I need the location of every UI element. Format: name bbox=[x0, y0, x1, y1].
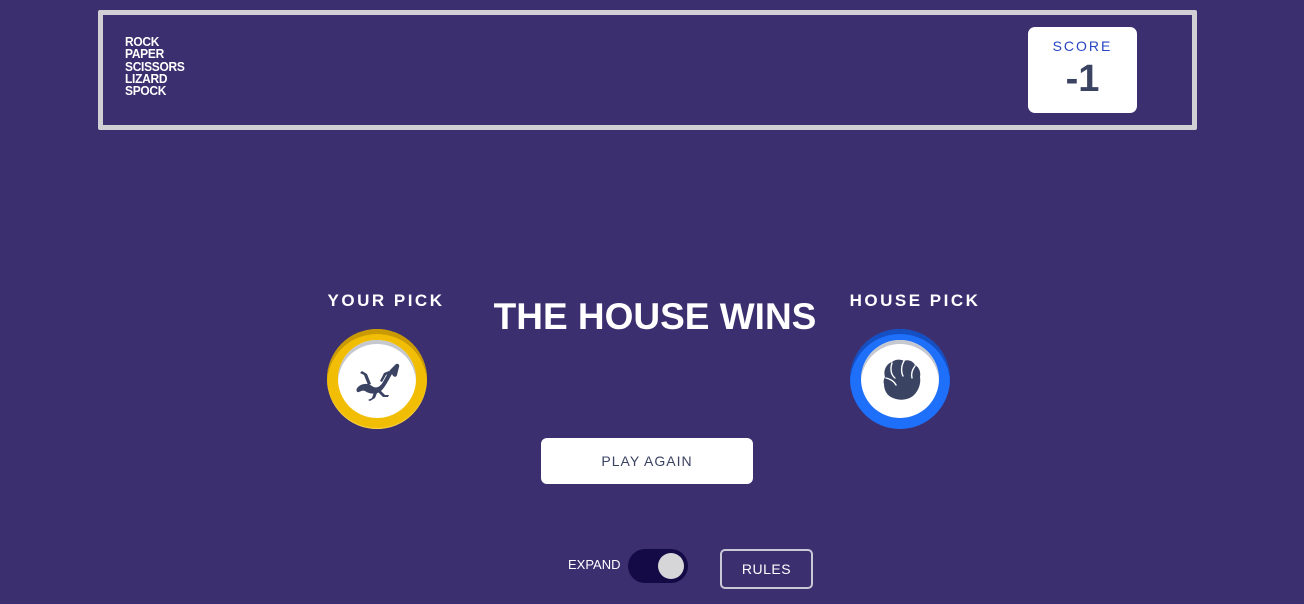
score-value: -1 bbox=[1065, 58, 1100, 100]
result-text: THE HOUSE WINS bbox=[493, 296, 817, 337]
score-label: SCORE bbox=[1052, 38, 1113, 54]
house-pick-token bbox=[850, 329, 950, 429]
lizard-icon bbox=[356, 363, 400, 401]
play-again-button[interactable]: PLAY AGAIN bbox=[541, 438, 753, 484]
logo: ROCK PAPER SCISSORS LIZARD SPOCK bbox=[125, 35, 185, 99]
your-pick-token bbox=[327, 329, 427, 429]
rock-icon bbox=[883, 359, 921, 400]
header: ROCK PAPER SCISSORS LIZARD SPOCK SCORE -… bbox=[98, 10, 1197, 130]
house-pick-token-face bbox=[861, 340, 939, 418]
rules-button[interactable]: RULES bbox=[720, 549, 813, 589]
your-pick-title: YOUR PICK bbox=[327, 291, 445, 310]
score-box: SCORE -1 bbox=[1028, 27, 1137, 113]
house-pick-title: HOUSE PICK bbox=[849, 291, 981, 310]
expand-toggle-knob bbox=[658, 553, 684, 579]
expand-toggle[interactable] bbox=[628, 549, 688, 583]
expand-label: EXPAND bbox=[568, 557, 621, 572]
your-pick-token-face bbox=[338, 340, 416, 418]
logo-line-spock: SPOCK bbox=[125, 83, 167, 99]
